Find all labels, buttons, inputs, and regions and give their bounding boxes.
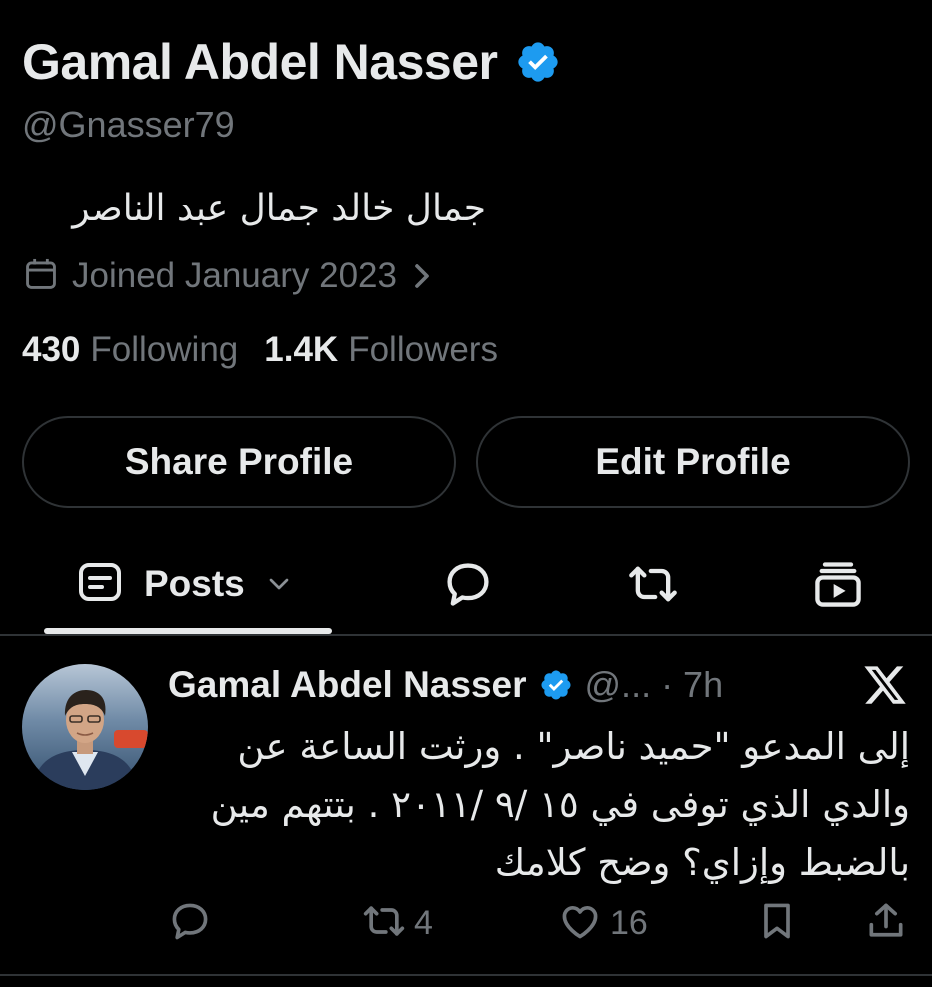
- profile-handle: @Gnasser79: [22, 104, 235, 145]
- tweet-header: Gamal Abdel Nasser @... · 7h: [168, 660, 723, 710]
- share-button[interactable]: [864, 898, 908, 948]
- tweet-author-name[interactable]: Gamal Abdel Nasser: [168, 664, 527, 706]
- reply-button[interactable]: [168, 898, 212, 948]
- tab-posts-label: Posts: [144, 563, 245, 604]
- bookmark-button[interactable]: [755, 898, 799, 948]
- tab-posts[interactable]: Posts: [76, 558, 291, 610]
- chevron-down-icon[interactable]: [267, 576, 291, 592]
- retweet-icon: [362, 899, 406, 948]
- edit-profile-button[interactable]: Edit Profile: [476, 416, 910, 508]
- verified-badge-icon: [539, 668, 573, 702]
- profile-display-name: Gamal Abdel Nasser: [22, 34, 498, 90]
- follow-stats: 430 Following 1.4K Followers: [22, 330, 498, 370]
- following-count: 430: [22, 330, 81, 369]
- joined-date-label: Joined January 2023: [72, 256, 397, 295]
- joined-date-row[interactable]: Joined January 2023: [22, 252, 433, 300]
- tabs-divider: [0, 634, 932, 636]
- profile-bio: جمال خالد جمال عبد الناصر: [72, 188, 486, 229]
- share-profile-button[interactable]: Share Profile: [22, 416, 456, 508]
- like-count: 16: [610, 903, 648, 942]
- heart-icon: [558, 899, 602, 948]
- tab-replies[interactable]: [442, 560, 494, 612]
- following-label: Following: [90, 330, 239, 369]
- profile-name-row: Gamal Abdel Nasser: [22, 30, 561, 94]
- replies-icon: [442, 558, 494, 615]
- reply-icon: [168, 899, 212, 948]
- media-icon: [812, 558, 864, 615]
- followers-link[interactable]: 1.4K Followers: [264, 330, 498, 370]
- tweet-text-line: إلى المدعو "حميد ناصر" . ورثت الساعة عن: [237, 725, 910, 768]
- followers-label: Followers: [348, 330, 498, 369]
- chevron-right-icon: [411, 261, 433, 291]
- tab-media[interactable]: [812, 560, 864, 612]
- tweet-text-line: بالضبط وإزاي؟ وضح كلامك: [494, 841, 910, 884]
- x-logo-icon[interactable]: [862, 662, 908, 708]
- tab-reposts[interactable]: [627, 560, 679, 612]
- reposts-icon: [627, 558, 679, 615]
- like-button[interactable]: 16: [558, 898, 648, 948]
- retweet-button[interactable]: 4: [362, 898, 433, 948]
- tweet-text: إلى المدعو "حميد ناصر" . ورثت الساعة عن …: [210, 718, 910, 892]
- avatar[interactable]: [22, 664, 148, 790]
- tweet-text-line: والدي الذي توفى في ١٥ /٩ /٢٠١١ . بتتهم م…: [210, 783, 910, 826]
- verified-badge-icon[interactable]: [515, 39, 561, 85]
- followers-count: 1.4K: [264, 330, 339, 369]
- tweet-divider: [0, 974, 932, 976]
- posts-icon: [76, 558, 124, 611]
- calendar-icon: [22, 255, 60, 298]
- tweet-handle-time: @... · 7h: [584, 664, 724, 705]
- following-link[interactable]: 430 Following: [22, 330, 238, 370]
- retweet-count: 4: [414, 903, 433, 942]
- share-icon: [864, 899, 908, 948]
- bookmark-icon: [755, 899, 799, 948]
